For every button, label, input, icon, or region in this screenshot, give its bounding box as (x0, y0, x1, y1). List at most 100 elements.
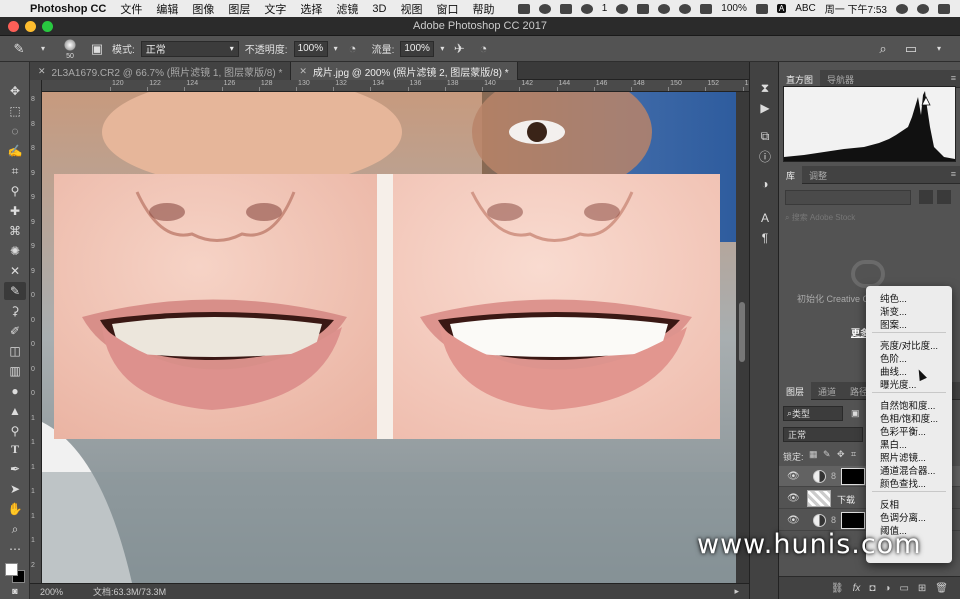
close-icon[interactable]: ✕ (38, 66, 46, 77)
lasso-tool-icon[interactable]: ◌ (4, 122, 26, 140)
document-canvas[interactable] (42, 92, 736, 583)
search-icon[interactable] (896, 3, 908, 14)
eraser-tool-icon[interactable]: ◫ (4, 342, 26, 360)
menu-help[interactable]: 帮助 (472, 1, 494, 17)
doc-tab-final[interactable]: ✕ 成片.jpg @ 200% (照片滤镜 2, 图层蒙版/8) * (291, 62, 518, 80)
dodge-tool-icon[interactable]: ▲ (4, 402, 26, 420)
panel-menu-icon[interactable]: ≡ (951, 73, 956, 83)
hand-tool-icon[interactable]: ✋ (4, 500, 26, 518)
menu-view[interactable]: 视图 (400, 1, 422, 17)
mode-select[interactable]: 正常 ▾ (140, 40, 239, 57)
red-eye-tool-icon[interactable]: ✺ (4, 242, 26, 260)
info-icon[interactable]: ⓘ (756, 148, 774, 164)
menu-layer[interactable]: 图层 (228, 1, 250, 17)
lock-artboard-icon[interactable]: ⌗ (851, 449, 856, 460)
history-icon[interactable]: ⧗ (756, 80, 774, 96)
pressure-size-icon[interactable]: ◔ (474, 40, 492, 58)
menu-item-curves[interactable]: 曲线... (880, 364, 907, 378)
clock[interactable]: 周一 下午7:53 (825, 1, 887, 16)
tab-channels[interactable]: 通道 (811, 382, 843, 400)
tab-adjustments[interactable]: 调整 (802, 166, 834, 184)
chevron-down-icon[interactable]: ▾ (930, 40, 948, 58)
camera-icon[interactable] (517, 3, 530, 14)
battery-icon[interactable] (755, 3, 768, 14)
fx-icon[interactable]: fx (853, 583, 861, 594)
menu-filter[interactable]: 滤镜 (336, 1, 358, 17)
airbrush-icon[interactable]: ✈ (450, 40, 468, 58)
menu-item-exposure[interactable]: 曝光度... (880, 377, 916, 391)
image-filter-icon[interactable]: ▣ (851, 408, 860, 419)
menu-file[interactable]: 文件 (120, 1, 142, 17)
flow-input[interactable]: 100% (400, 40, 435, 57)
spot-healing-tool-icon[interactable]: ✚ (4, 202, 26, 220)
brush-tool-icon[interactable]: ✎ (4, 282, 26, 300)
new-group-icon[interactable]: ▭ (899, 583, 908, 594)
lock-transparent-icon[interactable]: ▦ (809, 449, 818, 460)
menu-item-levels[interactable]: 色阶... (880, 351, 907, 365)
link-chain-icon[interactable]: 8 (831, 471, 836, 481)
chevron-down-icon[interactable]: ▾ (34, 40, 52, 58)
lock-position-icon[interactable]: ✥ (837, 449, 845, 460)
brush-tool-preset-icon[interactable]: ✎ (10, 40, 28, 58)
tray-icon[interactable] (637, 3, 650, 14)
zoom-tool-icon[interactable]: ⌕ (4, 520, 26, 538)
burn-tool-icon[interactable]: ⚲ (4, 422, 26, 440)
visibility-eye-icon[interactable]: 👁 (787, 471, 800, 482)
layer-thumbnail[interactable] (807, 490, 831, 507)
clock-icon[interactable] (616, 3, 629, 14)
clone-stamp-tool-icon[interactable]: ⚳ (4, 302, 26, 320)
shield-icon[interactable] (538, 3, 551, 14)
history-brush-tool-icon[interactable]: ✐ (4, 322, 26, 340)
menu-item-hue-saturation[interactable]: 色相/饱和度... (880, 411, 938, 425)
tab-libraries[interactable]: 库 (779, 166, 803, 184)
menu-type[interactable]: 文字 (264, 1, 286, 17)
visibility-eye-icon[interactable]: 👁 (787, 515, 800, 526)
doc-tab-raw[interactable]: ✕ 2L3A1679.CR2 @ 66.7% (照片滤镜 1, 图层蒙版/8) … (30, 62, 292, 80)
menu-item-brightness-contrast[interactable]: 亮度/对比度... (880, 338, 938, 352)
app-menu[interactable]: Photoshop CC (30, 3, 106, 15)
pen-tool-icon[interactable]: ✒ (4, 460, 26, 478)
menu-item-channel-mixer[interactable]: 通道混合器... (880, 463, 935, 477)
menu-item-color-balance[interactable]: 色彩平衡... (880, 424, 926, 438)
chevron-down-icon[interactable]: ▾ (334, 44, 338, 53)
opacity-input[interactable]: 100% (293, 40, 328, 57)
menu-window[interactable]: 窗口 (436, 1, 458, 17)
ruler-vertical[interactable]: 8 8 8 9 9 9 9 9 0 0 0 0 0 1 1 1 1 1 1 2 (30, 80, 42, 583)
wifi-icon[interactable] (679, 3, 692, 14)
visibility-eye-icon[interactable]: 👁 (787, 493, 800, 504)
brush-size-picker[interactable]: 50 (58, 38, 82, 60)
layer-mask-thumbnail[interactable] (841, 468, 865, 485)
siri-icon[interactable] (917, 3, 929, 14)
link-chain-icon[interactable]: 8 (831, 515, 836, 525)
search-icon[interactable]: ⌕ (874, 40, 892, 58)
bluetooth-icon[interactable] (658, 3, 671, 14)
wechat-icon[interactable] (580, 3, 593, 14)
menu-edit[interactable]: 编辑 (156, 1, 178, 17)
input-method-icon[interactable]: A (776, 4, 787, 13)
tab-layers[interactable]: 图层 (779, 382, 812, 400)
layer-mask-thumbnail[interactable] (841, 512, 865, 529)
more-tools-icon[interactable]: ⋯ (4, 540, 26, 558)
minimize-icon[interactable] (25, 21, 36, 32)
crop-tool-icon[interactable]: ⌗ (4, 162, 26, 180)
paragraph-icon[interactable]: ¶ (756, 230, 774, 246)
add-mask-icon[interactable]: ◘ (869, 583, 875, 594)
brush-panel-icon[interactable]: ▣ (88, 40, 106, 58)
gradient-tool-icon[interactable]: ▥ (4, 362, 26, 380)
zoom-icon[interactable] (42, 21, 53, 32)
menu-select[interactable]: 选择 (300, 1, 322, 17)
menu-item-color-lookup[interactable]: 颜色查找... (880, 476, 926, 490)
patch-tool-icon[interactable]: ⌘ (4, 222, 26, 240)
menu-item-gradient[interactable]: 渐变... (880, 304, 907, 318)
library-select[interactable] (785, 190, 911, 205)
airplay-icon[interactable] (700, 3, 713, 14)
menu-item-solid-color[interactable]: 纯色... (880, 291, 907, 305)
lock-pixels-icon[interactable]: ✎ (823, 449, 831, 460)
path-select-tool-icon[interactable]: ➤ (4, 480, 26, 498)
marquee-tool-icon[interactable]: ⬚ (4, 102, 26, 120)
quick-select-tool-icon[interactable]: ✍ (4, 142, 26, 160)
menu-item-invert[interactable]: 反相 (880, 497, 899, 511)
trash-icon[interactable]: 🗑 (935, 583, 948, 594)
list-view-icon[interactable] (937, 190, 951, 204)
new-adjustment-icon[interactable]: ◑ (884, 583, 890, 594)
